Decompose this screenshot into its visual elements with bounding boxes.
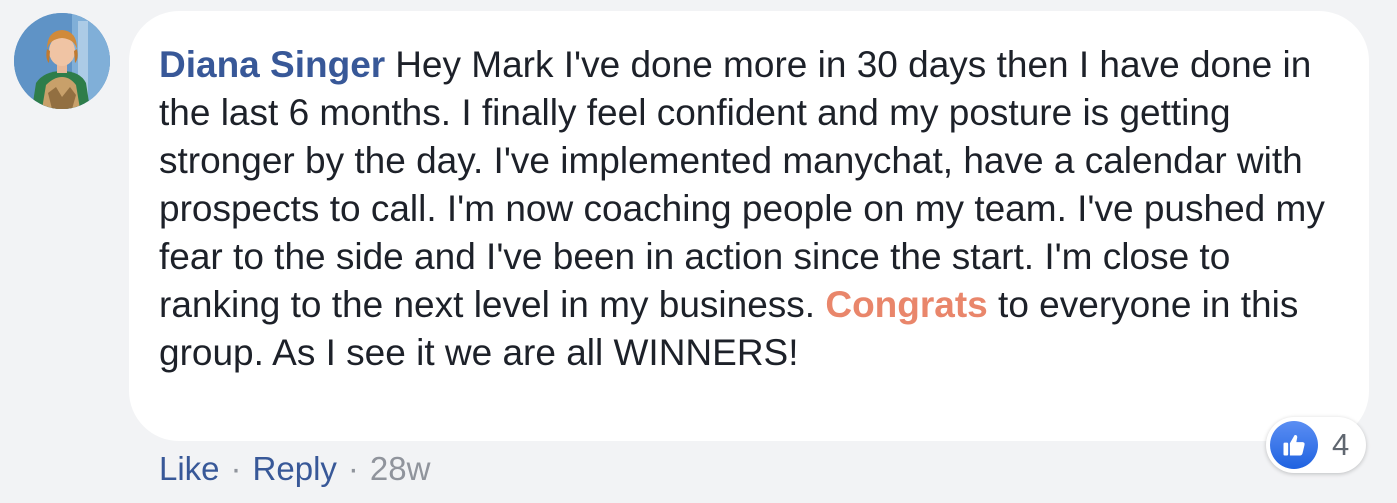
reaction-summary[interactable]: 4 (1266, 417, 1366, 473)
comment: Diana Singer Hey Mark I've done more in 3… (0, 0, 1397, 503)
like-icon (1270, 421, 1318, 469)
reaction-count: 4 (1332, 427, 1350, 462)
like-button[interactable]: Like (159, 450, 220, 487)
reply-button[interactable]: Reply (253, 450, 337, 487)
separator: · (347, 450, 359, 487)
author-name[interactable]: Diana Singer (159, 44, 385, 85)
comment-bubble: Diana Singer Hey Mark I've done more in 3… (129, 11, 1369, 441)
avatar[interactable] (14, 13, 110, 109)
comment-actions: Like · Reply · 28w (159, 446, 430, 492)
comment-text: Diana Singer Hey Mark I've done more in 3… (159, 41, 1349, 377)
separator: · (230, 450, 242, 487)
timestamp[interactable]: 28w (370, 450, 431, 487)
congrats-highlight: Congrats (825, 284, 988, 325)
profile-photo (14, 13, 110, 109)
comment-body: Hey Mark I've done more in 30 days then … (159, 44, 1325, 325)
